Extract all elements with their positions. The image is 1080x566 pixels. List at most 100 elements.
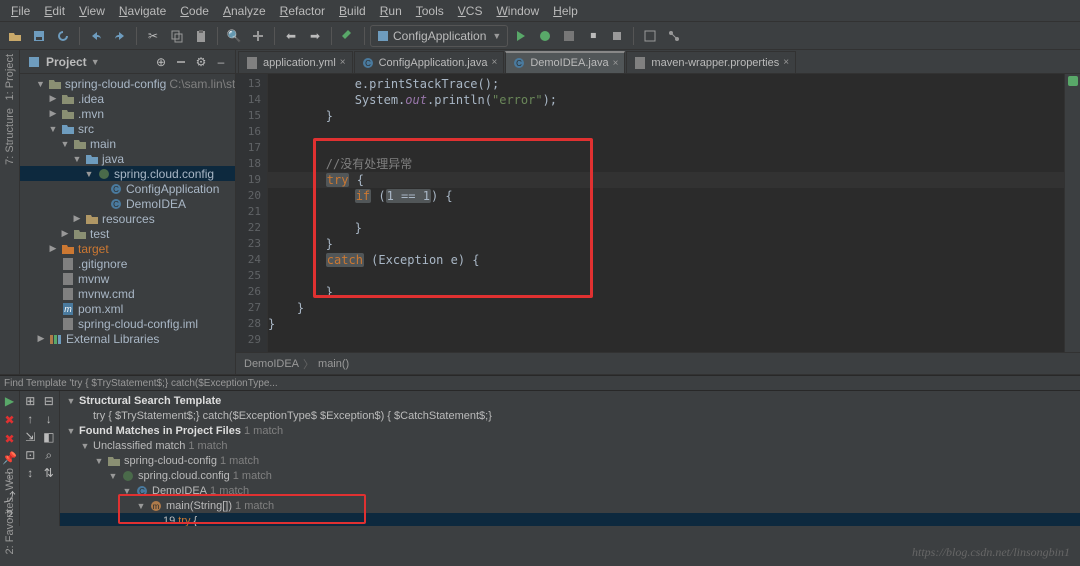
menu-code[interactable]: Code (173, 2, 216, 20)
tree-twistie[interactable]: ▼ (36, 79, 45, 89)
build-icon[interactable] (337, 25, 359, 47)
prev-icon[interactable]: ↑ (22, 411, 39, 427)
editor-tab-application-yml[interactable]: application.yml× (238, 51, 353, 73)
menu-help[interactable]: Help (546, 2, 585, 20)
editor-code[interactable]: e.printStackTrace(); System.out.println(… (268, 74, 1064, 352)
tree-twistie[interactable]: ▼ (80, 441, 90, 451)
menu-tools[interactable]: Tools (409, 2, 451, 20)
tree-twistie[interactable]: ▶ (60, 228, 70, 239)
next-icon[interactable]: ↓ (41, 411, 58, 427)
find-row[interactable]: ▼spring.cloud.config 1 match (60, 468, 1080, 483)
autoscroll-icon[interactable]: ⇲ (22, 429, 39, 445)
tree-node-configapplication[interactable]: CConfigApplication (20, 181, 235, 196)
find-row[interactable]: ▼mmain(String[]) 1 match (60, 498, 1080, 513)
code-line-24[interactable]: catch (Exception e) { (268, 252, 1064, 268)
tree-node-test[interactable]: ▶test (20, 226, 235, 241)
find-row[interactable]: ▼spring-cloud-config 1 match (60, 453, 1080, 468)
find-row[interactable]: ▼CDemoIDEA 1 match (60, 483, 1080, 498)
editor-tab-demoidea-java[interactable]: CDemoIDEA.java× (505, 51, 625, 73)
back-icon[interactable]: ⬅ (280, 25, 302, 47)
close-icon[interactable]: ✖ (2, 431, 18, 447)
tree-node-pom-xml[interactable]: mpom.xml (20, 301, 235, 316)
line-number[interactable]: 13 (236, 76, 267, 92)
line-number[interactable]: 20 (236, 188, 267, 204)
tree-node-spring-cloud-config[interactable]: ▼spring-cloud-config C:\sam.lin\study\sp… (20, 76, 235, 91)
tree-twistie[interactable]: ▶ (36, 333, 46, 344)
forward-icon[interactable]: ➡ (304, 25, 326, 47)
code-line-28[interactable]: } (268, 316, 1064, 332)
menu-build[interactable]: Build (332, 2, 373, 20)
find-row[interactable]: 19 try { (60, 513, 1080, 526)
tree-node-spring-cloud-config-iml[interactable]: spring-cloud-config.iml (20, 316, 235, 331)
code-line-19[interactable]: try { (268, 172, 1064, 188)
menu-view[interactable]: View (72, 2, 112, 20)
line-number[interactable]: 29 (236, 332, 267, 348)
line-number[interactable]: 21 (236, 204, 267, 220)
breadcrumb-item[interactable]: main() (318, 358, 349, 370)
code-line-17[interactable] (268, 140, 1064, 156)
debug-icon[interactable] (534, 25, 556, 47)
collapse-all-icon[interactable]: ⊟ (41, 393, 58, 409)
refresh-icon[interactable] (52, 25, 74, 47)
project-tree[interactable]: ▼spring-cloud-config C:\sam.lin\study\sp… (20, 74, 235, 374)
line-number[interactable]: 14 (236, 92, 267, 108)
find-icon[interactable]: 🔍 (223, 25, 245, 47)
code-line-23[interactable]: } (268, 236, 1064, 252)
tree-twistie[interactable]: ▼ (84, 169, 94, 179)
editor-breadcrumb[interactable]: DemoIDEA〉main() (236, 352, 1080, 374)
line-number[interactable]: 23 (236, 236, 267, 252)
find-row[interactable]: ▼Structural Search Template (60, 393, 1080, 408)
filter-icon[interactable]: ⌕ (41, 447, 58, 463)
line-number[interactable]: 22 (236, 220, 267, 236)
menu-run[interactable]: Run (373, 2, 409, 20)
tree-twistie[interactable]: ▼ (60, 139, 70, 149)
structure-icon[interactable] (663, 25, 685, 47)
tree-node-demoidea[interactable]: CDemoIDEA (20, 196, 235, 211)
tree-node--mvn[interactable]: ▶.mvn (20, 106, 235, 121)
close-icon[interactable]: × (491, 57, 497, 68)
run-icon[interactable] (510, 25, 532, 47)
line-number[interactable]: 24 (236, 252, 267, 268)
editor-tab-maven-wrapper-properties[interactable]: maven-wrapper.properties× (626, 51, 796, 73)
paste-icon[interactable] (190, 25, 212, 47)
expand-all-icon[interactable]: ⊞ (22, 393, 39, 409)
sort-icon[interactable]: ⇅ (41, 465, 58, 481)
tree-twistie[interactable]: ▼ (72, 154, 82, 164)
close-icon[interactable]: × (340, 57, 346, 68)
line-number[interactable]: 16 (236, 124, 267, 140)
run-config-selector[interactable]: ConfigApplication ▼ (370, 25, 508, 47)
find-row[interactable]: ▼Unclassified match 1 match (60, 438, 1080, 453)
tree-twistie[interactable]: ▼ (108, 471, 118, 481)
menu-vcs[interactable]: VCS (451, 2, 490, 20)
code-line-21[interactable] (268, 204, 1064, 220)
undo-icon[interactable] (85, 25, 107, 47)
menu-navigate[interactable]: Navigate (112, 2, 173, 20)
tree-node-mvnw-cmd[interactable]: mvnw.cmd (20, 286, 235, 301)
line-number[interactable]: 15 (236, 108, 267, 124)
project-view-icon[interactable] (26, 54, 42, 70)
tree-node-resources[interactable]: ▶resources (20, 211, 235, 226)
line-number[interactable]: 19 (236, 172, 267, 188)
tree-node--gitignore[interactable]: .gitignore (20, 256, 235, 271)
tree-twistie[interactable]: ▼ (136, 501, 146, 511)
find-results-tree[interactable]: ▼Structural Search Templatetry { $TrySta… (60, 391, 1080, 526)
tree-twistie[interactable]: ▶ (48, 108, 58, 119)
line-number[interactable]: 26 (236, 284, 267, 300)
menu-refactor[interactable]: Refactor (273, 2, 332, 20)
menu-window[interactable]: Window (489, 2, 546, 20)
tree-twistie[interactable]: ▼ (122, 486, 132, 496)
vcs-icon[interactable] (639, 25, 661, 47)
tool-window-project[interactable]: 1: Project (4, 52, 16, 102)
tree-node-main[interactable]: ▼main (20, 136, 235, 151)
tree-node-src[interactable]: ▼src (20, 121, 235, 136)
close-icon[interactable]: × (783, 57, 789, 68)
replace-icon[interactable] (247, 25, 269, 47)
tree-node--idea[interactable]: ▶.idea (20, 91, 235, 106)
tree-twistie[interactable]: ▼ (66, 396, 76, 406)
menu-analyze[interactable]: Analyze (216, 2, 273, 20)
pin-icon[interactable]: 📌 (2, 450, 18, 466)
tree-twistie[interactable]: ▼ (66, 426, 76, 436)
tree-twistie[interactable]: ▶ (48, 93, 58, 104)
tree-node-external-libraries[interactable]: ▶External Libraries (20, 331, 235, 346)
tree-twistie[interactable]: ▶ (48, 243, 58, 254)
